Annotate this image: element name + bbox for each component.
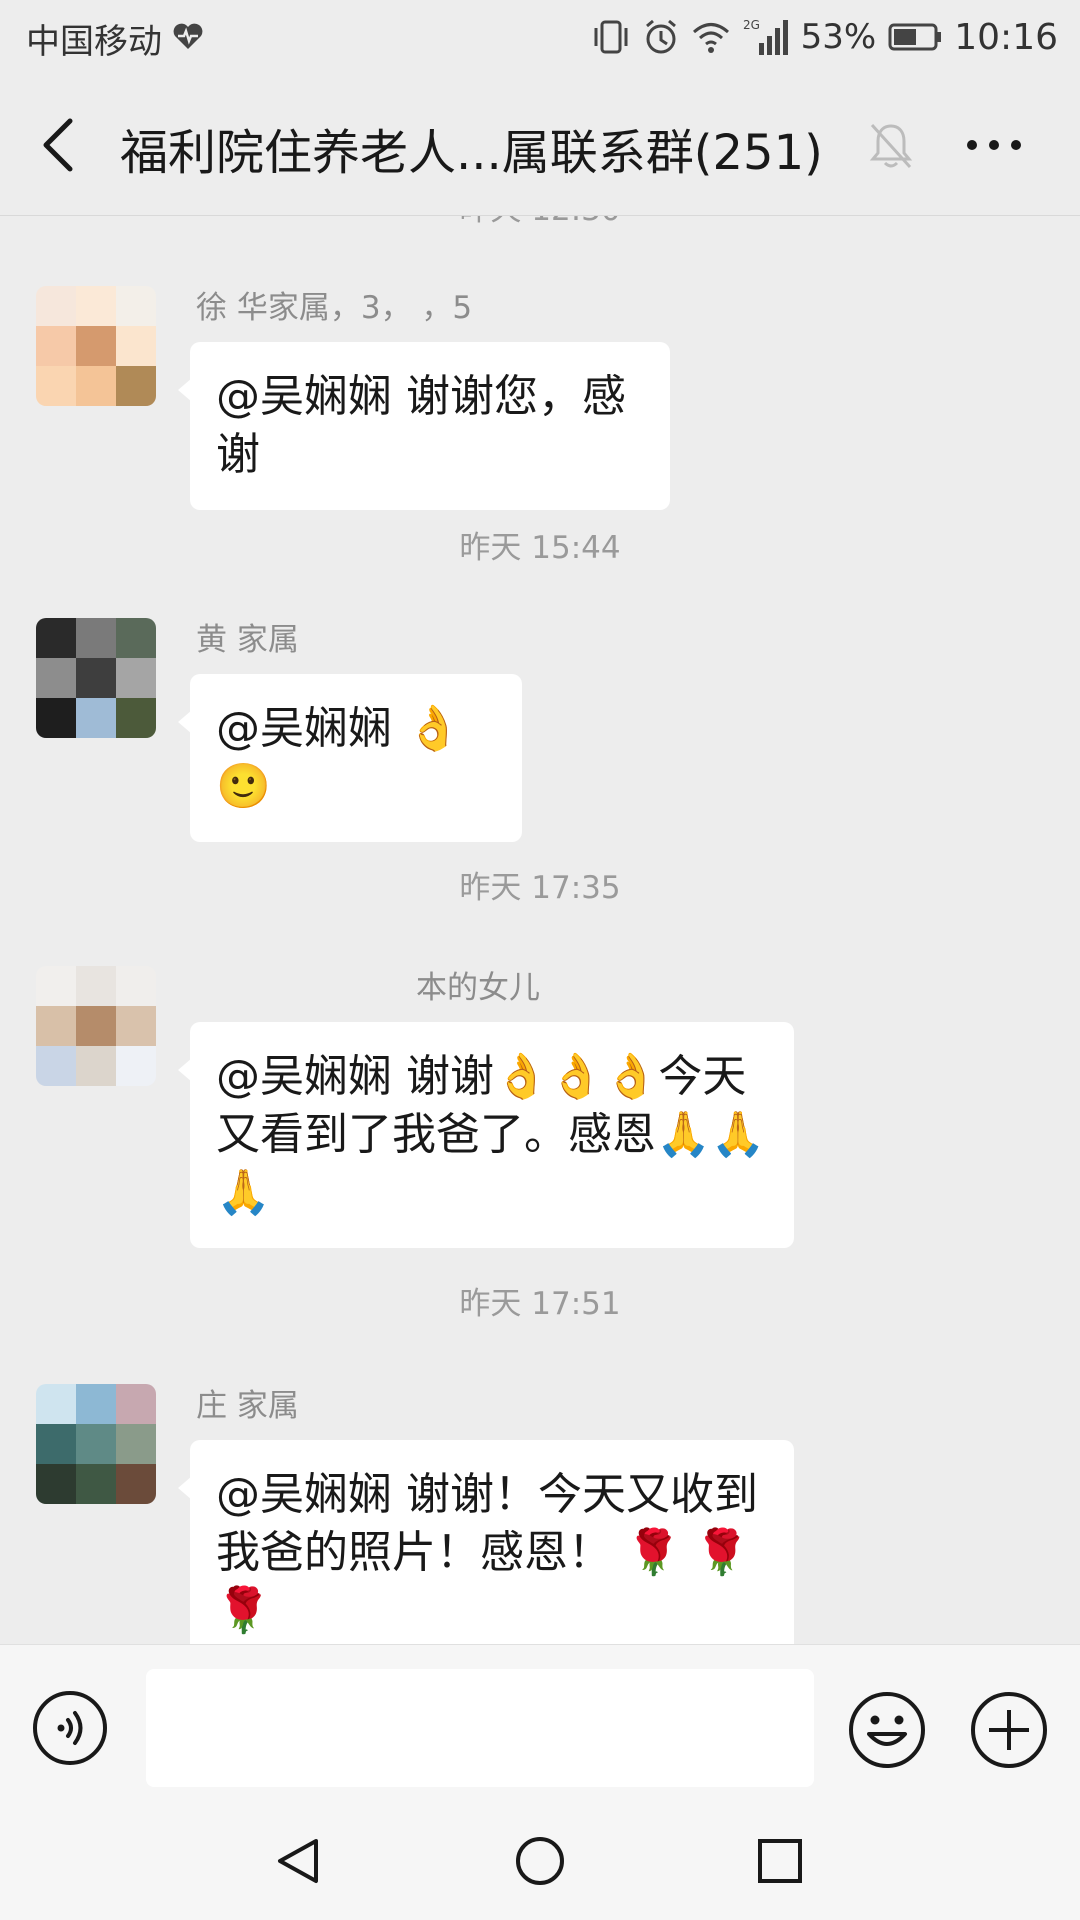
status-icons: 2G 53% 10:16 — [591, 12, 1058, 62]
message-input[interactable] — [146, 1669, 814, 1787]
clock: 10:16 — [954, 16, 1058, 58]
input-bar — [0, 1644, 1080, 1795]
avatar[interactable] — [36, 618, 156, 738]
wifi-icon — [692, 23, 729, 53]
nav-back-icon[interactable] — [272, 1835, 324, 1887]
message-text: @吴娴娴 谢谢您，感谢 — [216, 371, 626, 480]
heart-health-icon — [173, 23, 203, 49]
avatar[interactable] — [36, 966, 156, 1086]
voice-icon[interactable] — [32, 1690, 108, 1766]
nav-home-icon[interactable] — [514, 1835, 566, 1887]
message-bubble[interactable]: @吴娴娴 谢谢您，感谢 — [178, 342, 670, 510]
status-bar: 中国移动 2G 53% 10:16 — [0, 0, 1080, 75]
carrier-label: 中国移动 — [26, 22, 162, 62]
avatar[interactable] — [36, 286, 156, 406]
chat-title: 福利院住养老人...属联系群(251) — [120, 125, 823, 181]
signal-icon: 2G — [743, 18, 788, 55]
sender-name: 本的女儿 — [416, 970, 540, 1006]
emoji-icon[interactable] — [847, 1690, 927, 1770]
vibrate-icon — [594, 20, 628, 54]
nav-recents-icon[interactable] — [756, 1837, 804, 1885]
message-bubble[interactable]: @吴娴娴 👌🙂 — [178, 674, 522, 842]
alarm-icon — [645, 19, 676, 54]
timestamp: 昨天 15:44 — [459, 530, 621, 566]
message-text: @吴娴娴 👌🙂 — [216, 703, 461, 812]
system-nav-bar — [0, 1795, 1080, 1920]
timestamp: 昨天 17:35 — [459, 870, 621, 906]
sender-name: 庄 家属 — [196, 1388, 299, 1424]
message-text: @吴娴娴 谢谢！今天又收到我爸的照片！感恩！ 🌹 🌹 🌹 — [216, 1469, 758, 1636]
message-bubble[interactable]: @吴娴娴 谢谢👌👌👌今天又看到了我爸了。感恩🙏🙏🙏 — [178, 1022, 794, 1248]
message-list[interactable]: 昨天 12:30 徐 华家属，3， ，5 @吴娴娴 谢谢您，感谢 昨天 15:4… — [0, 216, 1080, 1644]
plus-icon[interactable] — [969, 1690, 1049, 1770]
battery-icon — [888, 23, 942, 51]
chat-header: 福利院住养老人...属联系群(251) — [0, 75, 1080, 216]
svg-text:2G: 2G — [743, 18, 760, 32]
back-chevron-icon[interactable] — [36, 113, 84, 177]
bell-mute-icon — [869, 123, 913, 169]
timestamp: 昨天 12:30 — [0, 216, 1080, 229]
message-text: @吴娴娴 谢谢👌👌👌今天又看到了我爸了。感恩🙏🙏🙏 — [216, 1051, 766, 1218]
sender-name: 黄 家属 — [196, 622, 299, 658]
avatar[interactable] — [36, 1384, 156, 1504]
sender-name: 徐 华家属，3， ，5 — [196, 290, 473, 326]
battery-percent: 53% — [800, 17, 877, 57]
timestamp: 昨天 17:51 — [459, 1286, 621, 1322]
message-bubble[interactable]: @吴娴娴 谢谢！今天又收到我爸的照片！感恩！ 🌹 🌹 🌹 — [178, 1440, 794, 1644]
more-dots-icon[interactable] — [965, 135, 1023, 155]
